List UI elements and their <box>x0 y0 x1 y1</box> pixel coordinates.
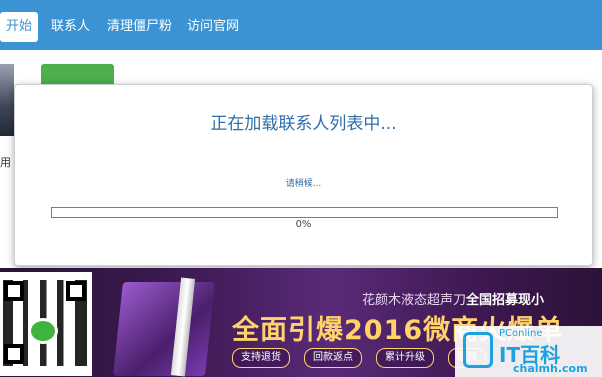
progress-bar <box>51 207 558 218</box>
qr-finder-top-right <box>66 281 86 301</box>
top-nav-bar: 开始 联系人 清理僵尸粉 访问官网 <box>0 0 602 50</box>
wechat-icon <box>28 318 58 344</box>
tab-visit-website[interactable]: 访问官网 <box>187 12 239 42</box>
qr-code <box>0 272 92 376</box>
loading-title: 正在加载联系人列表中... <box>210 114 397 134</box>
product-box-image <box>113 282 215 376</box>
banner-pill: 支持退货 <box>232 348 290 368</box>
avatar <box>0 64 14 136</box>
pconline-logo-icon <box>463 332 493 368</box>
banner-tagline-text: 花颜木液态超声刀 <box>362 293 467 308</box>
watermark-url: chalmh.com <box>513 362 588 375</box>
watermark: PConline IT百科 chalmh.com <box>455 326 602 377</box>
banner-tagline-bold: 全国招募现小 <box>466 293 545 308</box>
banner-tagline: 花颜木液态超声刀全国招募现小 <box>362 289 544 308</box>
banner-pill: 回款返点 <box>304 348 362 368</box>
qr-finder-top-left <box>4 281 24 301</box>
qr-finder-bottom-left <box>4 344 24 364</box>
loading-dialog: 正在加载联系人列表中... 请稍候... 0% <box>14 84 593 266</box>
progress-percent: 0% <box>295 219 312 230</box>
avatar-label: 用 <box>0 156 11 169</box>
wait-text: 请稍候... <box>285 179 322 189</box>
tab-contacts[interactable]: 联系人 <box>51 12 90 42</box>
tab-clean-zombie-fans[interactable]: 清理僵尸粉 <box>107 12 172 42</box>
watermark-brand: PConline <box>499 328 543 339</box>
tab-start[interactable]: 开始 <box>0 12 39 42</box>
banner-pill: 累计升级 <box>376 348 434 368</box>
